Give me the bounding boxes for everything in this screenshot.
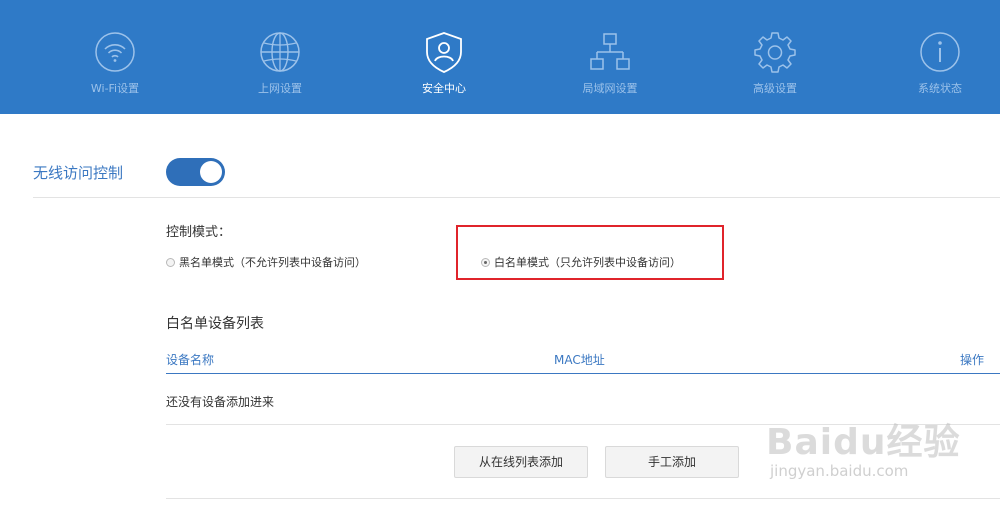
nav-label: Wi-Fi设置 xyxy=(90,82,140,95)
radio-button[interactable] xyxy=(166,257,175,267)
nav-label: 上网设置 xyxy=(258,82,302,95)
baidu-watermark: Baidu经验 jingyan.baidu.com xyxy=(760,395,1000,495)
watermark-url: jingyan.baidu.com xyxy=(770,462,909,480)
control-mode-label: 控制模式： xyxy=(166,225,232,240)
nav-item-advanced[interactable]: 高级设置 xyxy=(705,0,845,114)
nav-item-wifi[interactable]: Wi-Fi设置 xyxy=(45,0,185,114)
device-list-title: 白名单设备列表 xyxy=(166,316,264,332)
globe-icon xyxy=(260,32,300,72)
highlight-annotation xyxy=(456,225,724,280)
nav-label: 局域网设置 xyxy=(582,82,638,95)
section-title: 无线访问控制 xyxy=(33,164,124,182)
shield-user-icon xyxy=(426,32,462,73)
divider xyxy=(33,197,1000,198)
empty-list-message: 还没有设备添加进来 xyxy=(166,395,275,409)
table-header-line xyxy=(166,373,1000,374)
network-icon xyxy=(590,33,630,70)
wireless-access-toggle[interactable] xyxy=(166,158,225,186)
nav-item-internet[interactable]: 上网设置 xyxy=(210,0,350,114)
nav-label: 安全中心 xyxy=(422,82,466,95)
column-actions: 操作 xyxy=(960,353,985,367)
nav-item-security[interactable]: 安全中心 xyxy=(374,0,514,114)
nav-item-lan[interactable]: 局域网设置 xyxy=(540,0,680,114)
nav-label: 高级设置 xyxy=(753,82,797,95)
add-from-online-list-button[interactable]: 从在线列表添加 xyxy=(454,446,588,478)
wifi-icon xyxy=(95,32,135,72)
nav-item-status[interactable]: 系统状态 xyxy=(870,0,1000,114)
top-nav: Wi-Fi设置 上网设置 安全中心 局域网设置 高级设置 系统状态 xyxy=(0,0,1000,114)
nav-label: 系统状态 xyxy=(918,82,962,95)
column-mac-address: MAC地址 xyxy=(554,353,605,367)
toggle-knob xyxy=(200,161,222,183)
info-icon xyxy=(920,32,960,72)
blacklist-mode-label: 黑名单模式（不允许列表中设备访问） xyxy=(179,256,366,269)
divider xyxy=(166,498,1000,499)
blacklist-mode-option[interactable]: 黑名单模式（不允许列表中设备访问） xyxy=(166,254,366,270)
watermark-logo-text: Baidu经验 xyxy=(766,422,961,463)
gear-icon xyxy=(754,32,796,73)
add-manually-button[interactable]: 手工添加 xyxy=(605,446,739,478)
column-device-name: 设备名称 xyxy=(166,353,215,367)
